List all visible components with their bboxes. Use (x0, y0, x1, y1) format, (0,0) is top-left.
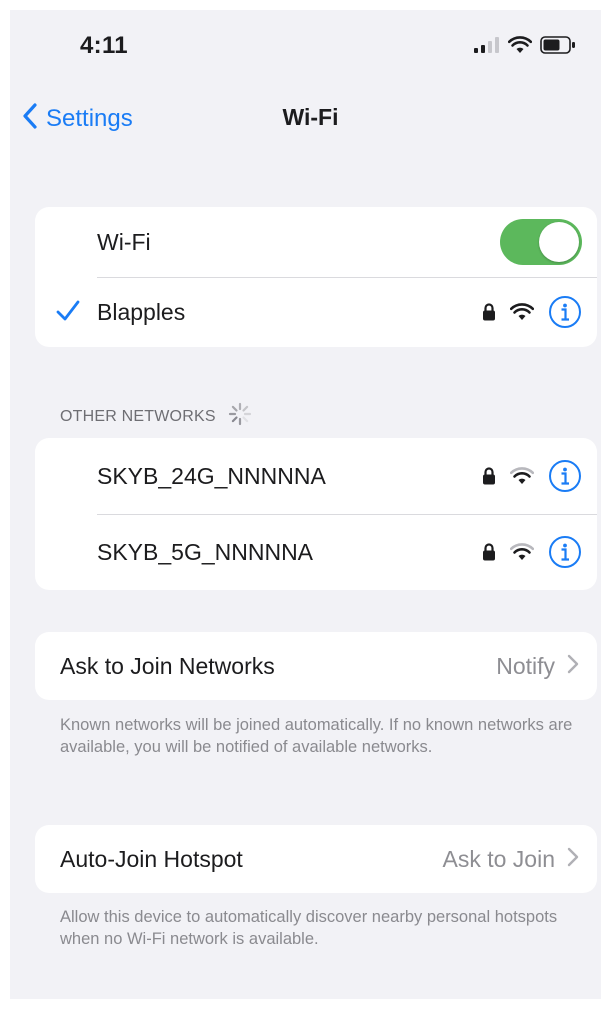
auto-join-hotspot-footer: Allow this device to automatically disco… (60, 908, 558, 948)
network-name: SKYB_5G_NNNNNA (97, 538, 314, 565)
network-row[interactable]: SKYB_5G_NNNNNA (35, 514, 597, 590)
wifi-icon (507, 36, 533, 59)
battery-icon (540, 36, 576, 59)
info-icon[interactable] (548, 459, 582, 498)
auto-join-hotspot-label: Auto-Join Hotspot (60, 845, 243, 872)
ask-to-join-row[interactable]: Ask to Join Networks Notify (35, 632, 597, 700)
wifi-toggle-label: Wi-Fi (97, 228, 151, 255)
wifi-icon (509, 303, 535, 326)
chevron-right-icon (567, 653, 579, 680)
phone-screen: 4:11 Settings Wi-Fi Wi-Fi Blapples OTHER… (10, 10, 601, 999)
network-icons (482, 459, 582, 498)
info-icon[interactable] (548, 295, 582, 334)
toggle-knob (539, 222, 579, 262)
auto-join-hotspot-row[interactable]: Auto-Join Hotspot Ask to Join (35, 825, 597, 893)
loading-spinner-icon (228, 402, 252, 431)
wifi-icon (509, 467, 535, 490)
ask-to-join-label: Ask to Join Networks (60, 652, 275, 679)
lock-icon (482, 466, 496, 491)
status-time: 4:11 (80, 32, 128, 59)
info-icon[interactable] (548, 535, 582, 574)
network-icons (482, 535, 582, 574)
wifi-toggle-row[interactable]: Wi-Fi (35, 207, 597, 277)
ask-to-join-value: Notify (496, 652, 555, 679)
other-networks-card: SKYB_24G_NNNNNA SKYB_5G_NNNNNA (35, 438, 597, 590)
connected-network-row[interactable]: Blapples (35, 277, 597, 347)
connected-network-name: Blapples (97, 298, 186, 325)
auto-join-hotspot-card: Auto-Join Hotspot Ask to Join (35, 825, 597, 893)
auto-join-hotspot-value: Ask to Join (442, 845, 556, 872)
ask-to-join-footer: Known networks will be joined automatica… (60, 716, 573, 756)
section-header-label: OTHER NETWORKS (60, 407, 216, 425)
other-networks-header: OTHER NETWORKS (60, 402, 252, 431)
status-icons (474, 36, 576, 59)
network-name: SKYB_24G_NNNNNA (97, 462, 326, 489)
checkmark-icon (55, 299, 81, 328)
chevron-right-icon (567, 846, 579, 873)
ask-to-join-value-group: Notify (496, 632, 579, 700)
ask-to-join-card: Ask to Join Networks Notify (35, 632, 597, 700)
cellular-signal-icon (474, 37, 500, 58)
wifi-card: Wi-Fi Blapples (35, 207, 597, 347)
network-row[interactable]: SKYB_24G_NNNNNA (35, 438, 597, 514)
wifi-icon (509, 543, 535, 566)
lock-icon (482, 542, 496, 567)
network-icons (482, 295, 582, 334)
wifi-toggle[interactable] (500, 219, 582, 265)
page-title: Wi-Fi (282, 104, 339, 130)
auto-join-hotspot-value-group: Ask to Join (443, 825, 580, 893)
lock-icon (482, 302, 496, 327)
